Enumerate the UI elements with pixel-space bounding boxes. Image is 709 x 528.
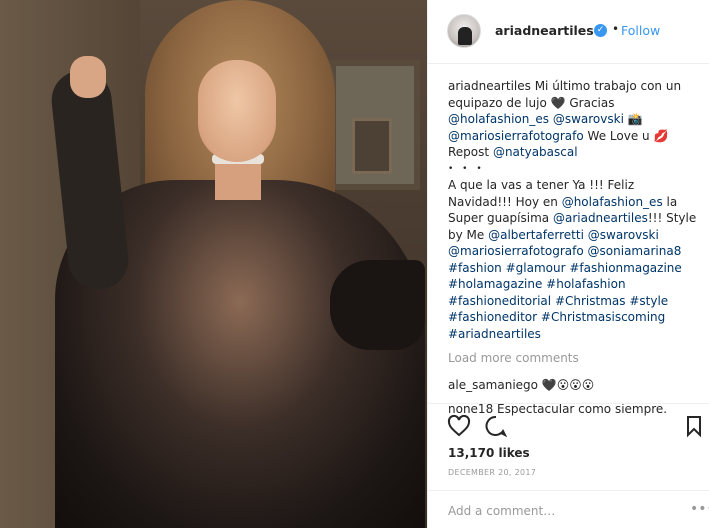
caption-line-5: Repost @natyabascal — [448, 144, 709, 161]
photo-ruffle — [330, 260, 425, 350]
hashtag-link[interactable]: #glamour — [506, 261, 566, 275]
post-photo[interactable] — [0, 0, 427, 528]
comment-text: Super guapísima — [448, 211, 550, 225]
comment-line: #ariadneartiles — [448, 326, 709, 343]
comment-line: Super guapísima @ariadneartiles!!! Style — [448, 210, 709, 227]
caption-line-3: @holafashion_es @swarovski 📸 — [448, 111, 709, 128]
photo-face — [198, 60, 276, 162]
photo-hand — [70, 56, 106, 98]
caption-dots: • • • — [448, 163, 485, 174]
hashtag-link[interactable]: #fashioneditor — [448, 310, 537, 324]
caption-line-4: @mariosierrafotografo We Love u 💋 — [448, 128, 709, 145]
photo-wall-art — [352, 118, 392, 174]
header-separator: • — [612, 22, 620, 36]
caption-text: Repost — [448, 145, 490, 159]
add-comment-bar: Add a comment… ••• — [428, 490, 709, 528]
comment-text: la — [666, 194, 678, 209]
mention-link[interactable]: @natyabascal — [493, 145, 578, 159]
hashtag-link[interactable]: #Christmasiscoming — [541, 310, 665, 324]
caption-text: We Love u — [587, 128, 650, 143]
mention-link[interactable]: @holafashion_es — [448, 112, 549, 126]
hashtag-link[interactable]: #Christmas — [555, 294, 626, 308]
comment-text: Navidad!!! Hoy en — [448, 194, 558, 209]
hashtag-link[interactable]: #holamagazine — [448, 277, 542, 291]
load-more-comments[interactable]: Load more comments — [448, 350, 709, 367]
mention-link[interactable]: @mariosierrafotografo — [448, 129, 584, 143]
follow-button[interactable]: Follow — [621, 23, 660, 38]
comment-item: ale_samaniego 🖤😮😮😮 — [448, 377, 709, 394]
likes-count[interactable]: 13,170 likes — [448, 446, 530, 460]
post-sidebar: ariadneartiles ✓ • Follow ariadneartiles… — [427, 0, 709, 528]
hashtag-link[interactable]: #style — [629, 294, 668, 308]
caption-text: Mi último trabajo con un — [534, 79, 682, 93]
post-date: DECEMBER 20, 2017 — [448, 468, 537, 477]
avatar[interactable] — [447, 14, 481, 48]
comment-line: #holamagazine #holafashion — [448, 276, 709, 293]
comment-line: #fashioneditor #Christmasiscoming — [448, 309, 709, 326]
mention-link[interactable]: @mariosierrafotografo — [448, 244, 584, 258]
comment-line: @mariosierrafotografo @soniamarina8 — [448, 243, 709, 260]
add-comment-input[interactable]: Add a comment… — [448, 504, 555, 518]
camera-emoji: 📸 — [627, 112, 643, 126]
caption-line-2: equipazo de lujo 🖤 Gracias — [448, 95, 615, 110]
kiss-emoji: 💋 — [653, 128, 669, 143]
mention-link[interactable]: @ariadneartiles — [553, 211, 648, 225]
comment-icon[interactable] — [484, 414, 508, 438]
comment-line: Navidad!!! Hoy en @holafashion_es la — [448, 194, 709, 211]
comment-text: !!! Style — [647, 211, 697, 225]
verified-badge-icon: ✓ — [594, 24, 607, 37]
hashtag-link[interactable]: #fashion — [448, 261, 502, 275]
post-header: ariadneartiles ✓ • Follow — [428, 0, 709, 64]
comment-line: by Me @albertaferretti @swarovski — [448, 227, 709, 244]
hashtag-link[interactable]: #fashioneditorial — [448, 294, 551, 308]
hashtag-link[interactable]: #holafashion — [546, 277, 625, 291]
more-options-button[interactable]: ••• — [690, 501, 709, 517]
hashtag-link[interactable]: #fashionmagazine — [569, 261, 681, 275]
mention-link[interactable]: @swarovski — [588, 228, 659, 242]
heart-icon[interactable] — [447, 414, 471, 438]
comment-text: by Me — [448, 227, 485, 242]
comment-line: #fashioneditorial #Christmas #style — [448, 293, 709, 310]
mention-link[interactable]: @swarovski — [553, 112, 624, 126]
hashtag-link[interactable]: #ariadneartiles — [448, 327, 541, 341]
post-frame: ariadneartiles ✓ • Follow ariadneartiles… — [0, 0, 709, 528]
mention-link[interactable]: @albertaferretti — [488, 228, 584, 242]
comment-text: 🖤😮😮😮 — [541, 377, 595, 392]
caption-line-1: ariadneartiles Mi último trabajo con un — [448, 78, 709, 95]
header-username[interactable]: ariadneartiles — [495, 23, 594, 38]
bookmark-icon[interactable] — [682, 414, 706, 438]
mention-link[interactable]: @holafashion_es — [562, 195, 663, 209]
comment-username[interactable]: ale_samaniego — [448, 378, 538, 392]
comment-text: A que la vas a tener Ya !!! Feliz — [448, 178, 635, 192]
mention-link[interactable]: @soniamarina8 — [588, 244, 682, 258]
comments-list: ariadneartiles Mi último trabajo con un … — [448, 78, 709, 416]
caption-username[interactable]: ariadneartiles — [448, 79, 531, 93]
comment-line: #fashion #glamour #fashionmagazine — [448, 260, 709, 277]
